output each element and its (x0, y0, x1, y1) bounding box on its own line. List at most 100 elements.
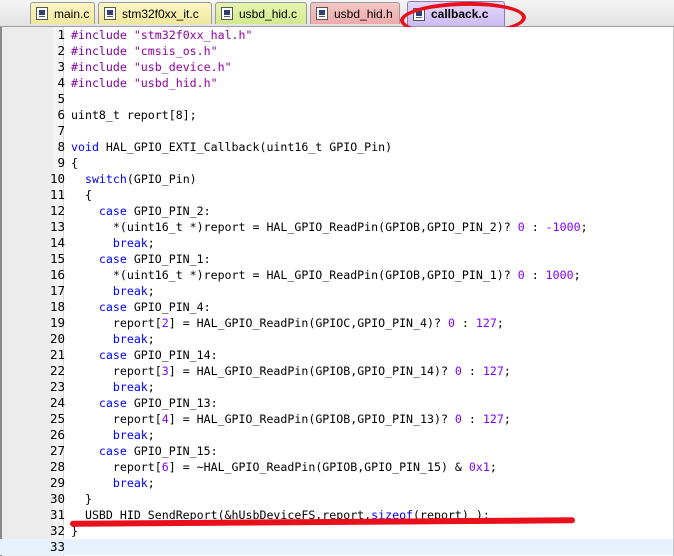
code-text: report[6] = ~HAL_GPIO_ReadPin(GPIOB,GPIO… (71, 459, 497, 475)
code-token: GPIO_PIN_4: (126, 300, 211, 314)
code-token: ; (503, 412, 511, 426)
number-token: 3 (161, 364, 169, 378)
code-line[interactable]: 2 #include "cmsis_os.h" (0, 43, 674, 59)
code-token: ; (503, 364, 511, 378)
line-number: 10 (49, 171, 65, 186)
line-number: 29 (49, 475, 65, 490)
code-line[interactable]: 10 switch(GPIO_Pin) (0, 171, 674, 187)
code-text: break; (71, 283, 155, 299)
code-text: report[3] = HAL_GPIO_ReadPin(GPIOB,GPIO_… (71, 363, 511, 379)
keyword-token: break (112, 332, 148, 346)
code-line[interactable]: 16 *(uint16_t *)report = HAL_GPIO_ReadPi… (0, 267, 674, 283)
code-token: HAL_GPIO_EXTI_Callback(uint16_t GPIO_Pin… (98, 140, 393, 154)
code-line[interactable]: 26 break; (0, 427, 674, 443)
number-token: 0 (454, 412, 462, 426)
code-text: report[4] = HAL_GPIO_ReadPin(GPIOB,GPIO_… (71, 411, 511, 427)
tab-usbd-hid-c[interactable]: usbd_hid.c (215, 2, 307, 24)
code-line[interactable]: 14 break; (0, 235, 674, 251)
keyword-token: break (112, 476, 148, 490)
code-line[interactable]: 22 report[3] = HAL_GPIO_ReadPin(GPIOB,GP… (0, 363, 674, 379)
line-number: 8 (57, 139, 65, 154)
code-token: ] = HAL_GPIO_ReadPin(GPIOB,GPIO_PIN_13)? (168, 412, 455, 426)
code-line[interactable]: 17 break; (0, 283, 674, 299)
code-text: *(uint16_t *)report = HAL_GPIO_ReadPin(G… (71, 267, 581, 283)
keyword-token: break (112, 428, 148, 442)
keyword-token: case (98, 300, 127, 314)
keyword-token: break (112, 380, 148, 394)
keyword-token: void (71, 140, 99, 154)
keyword-token: case (98, 396, 127, 410)
line-number: 30 (49, 491, 65, 506)
number-token: 2 (161, 316, 169, 330)
code-line[interactable]: 4 #include "usbd_hid.h" (0, 75, 674, 91)
code-line[interactable]: 1 #include "stm32f0xx_hal.h" (0, 27, 674, 43)
code-token: GPIO_PIN_15: (126, 444, 218, 458)
number-token: 0x1 (468, 460, 490, 474)
code-line[interactable]: 30 } (0, 491, 674, 507)
line-number: 5 (57, 91, 65, 106)
code-line[interactable]: 24 case GPIO_PIN_13: (0, 395, 674, 411)
number-token: 0 (447, 316, 455, 330)
code-line[interactable]: 27 case GPIO_PIN_15: (0, 443, 674, 459)
line-number: 2 (57, 43, 65, 58)
line-number: 9 (57, 155, 65, 170)
line-number: 21 (49, 347, 65, 362)
code-token: : (524, 268, 546, 282)
code-line[interactable]: 23 break; (0, 379, 674, 395)
code-line[interactable]: 15 case GPIO_PIN_1: (0, 251, 674, 267)
preprocessor-token: #include (71, 60, 134, 74)
code-editor[interactable]: 1 #include "stm32f0xx_hal.h" 2 #include "cm… (0, 27, 674, 556)
code-text: { (71, 187, 92, 203)
keyword-token: case (98, 204, 127, 218)
line-number: 11 (49, 187, 65, 202)
code-token: : (461, 364, 483, 378)
line-number: 19 (49, 315, 65, 330)
string-token: "stm32f0xx_hal.h" (133, 28, 253, 42)
code-text: } (71, 491, 92, 507)
code-token: report[ (71, 412, 162, 426)
code-line[interactable]: 19 report[2] = HAL_GPIO_ReadPin(GPIOC,GP… (0, 315, 674, 331)
code-token: : (454, 316, 476, 330)
tab-main-c[interactable]: main.c (30, 2, 95, 24)
code-line[interactable]: 25 report[4] = HAL_GPIO_ReadPin(GPIOB,GP… (0, 411, 674, 427)
code-text: break; (71, 475, 155, 491)
number-token: 6 (161, 460, 169, 474)
code-line[interactable]: 8 void HAL_GPIO_EXTI_Callback(uint16_t GP… (0, 139, 674, 155)
line-number: 3 (57, 59, 65, 74)
code-text: case GPIO_PIN_1: (71, 251, 211, 267)
code-line[interactable]: 7 (0, 123, 674, 139)
line-number: 16 (49, 267, 65, 282)
code-line[interactable]: 21 case GPIO_PIN_14: (0, 347, 674, 363)
code-token: ; (147, 332, 155, 346)
line-number: 25 (49, 411, 65, 426)
line-number: 12 (49, 203, 65, 218)
tab-usbd-hid-h[interactable]: usbd_hid.h (310, 2, 400, 24)
code-token: ; (147, 476, 155, 490)
code-line[interactable]: 13 *(uint16_t *)report = HAL_GPIO_ReadPi… (0, 219, 674, 235)
code-line[interactable]: 12 case GPIO_PIN_2: (0, 203, 674, 219)
code-line[interactable]: 9{ (0, 155, 674, 171)
tab-stm32f0xx-it-c[interactable]: stm32f0xx_it.c (98, 2, 212, 24)
file-icon (104, 7, 116, 20)
code-text: #include "cmsis_os.h" (71, 43, 218, 59)
code-token: ; (147, 380, 155, 394)
code-line[interactable]: 33 (0, 539, 674, 555)
code-line[interactable]: 28 report[6] = ~HAL_GPIO_ReadPin(GPIOB,G… (0, 459, 674, 475)
code-line[interactable]: 3 #include "usb_device.h" (0, 59, 674, 75)
tab-label: main.c (54, 6, 90, 21)
code-line[interactable]: 20 break; (0, 331, 674, 347)
code-line[interactable]: 29 break; (0, 475, 674, 491)
keyword-token: switch (84, 172, 127, 186)
line-number: 32 (49, 523, 65, 538)
line-number: 14 (49, 235, 65, 250)
code-line[interactable]: 5 (0, 91, 674, 107)
code-line[interactable]: 18 case GPIO_PIN_4: (0, 299, 674, 315)
code-line[interactable]: 6 uint8_t report[8]; (0, 107, 674, 123)
code-line[interactable]: 11 { (0, 187, 674, 203)
